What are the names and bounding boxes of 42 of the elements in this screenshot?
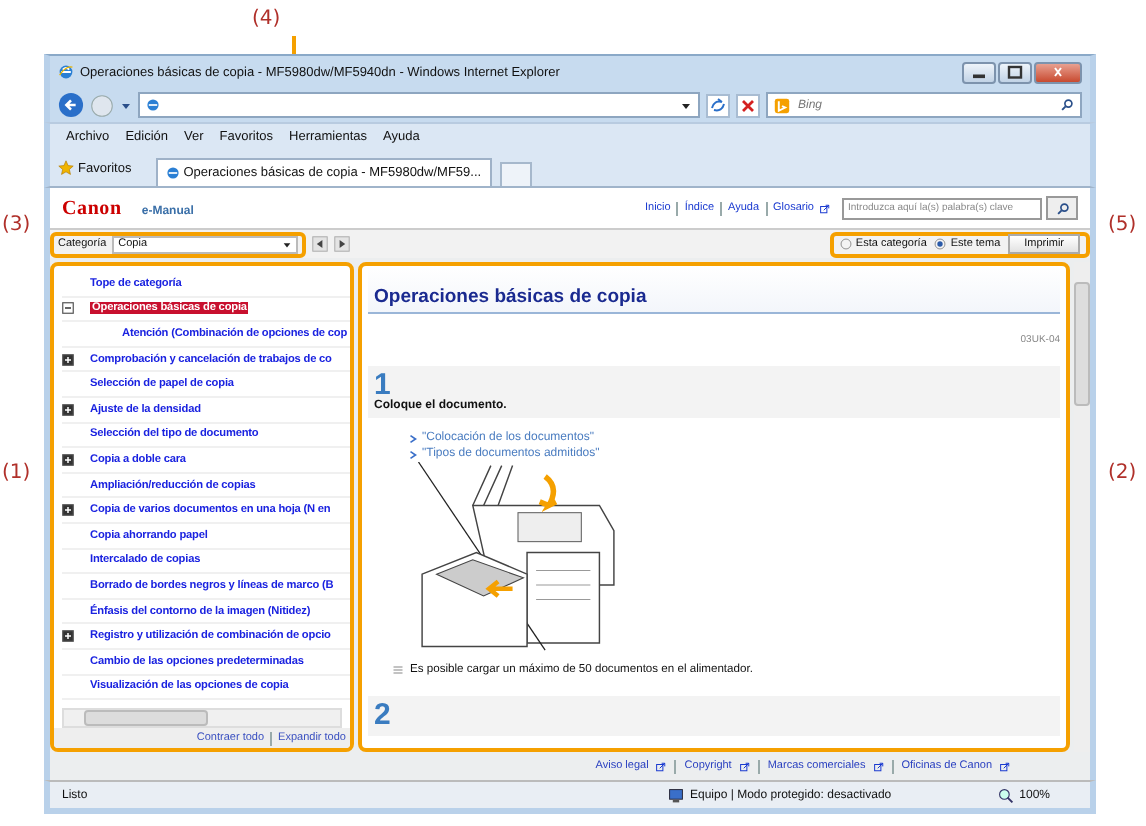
external-link-icon: [873, 761, 884, 771]
browser-logo-icon: [58, 64, 74, 80]
step-number: 2: [374, 700, 393, 730]
expander-icon[interactable]: [62, 630, 74, 643]
star-icon: [58, 160, 74, 176]
radio-icon[interactable]: [839, 238, 852, 250]
refresh-icon[interactable]: [706, 93, 730, 117]
callout-label: (2): [1108, 462, 1137, 484]
maximize-button[interactable]: [998, 61, 1032, 83]
horizontal-scrollbar[interactable]: [62, 708, 342, 728]
search-provider-icon: [774, 97, 790, 113]
dropdown-arrow-icon[interactable]: [680, 99, 692, 111]
note-icon: [392, 664, 404, 676]
expander-icon[interactable]: [62, 353, 74, 366]
stop-icon[interactable]: [736, 93, 760, 117]
computer-icon: [668, 787, 684, 803]
step-number: 1: [374, 370, 391, 400]
callout-label: (5): [1108, 214, 1137, 236]
external-link-icon: [1000, 761, 1010, 771]
address-field[interactable]: [138, 92, 700, 118]
radio-icon[interactable]: [934, 238, 947, 250]
search-button[interactable]: [1046, 196, 1078, 220]
expander-icon[interactable]: [62, 403, 74, 416]
logo: Canon: [62, 197, 122, 219]
dropdown-arrow-icon: [282, 239, 292, 249]
next-button[interactable]: [334, 236, 350, 252]
close-button[interactable]: [1034, 61, 1082, 83]
close-icon: [1048, 66, 1068, 78]
callout-label: (3): [2, 214, 31, 236]
previous-button[interactable]: [312, 236, 328, 252]
callout-label: (1): [2, 462, 31, 484]
back-button[interactable]: [58, 92, 84, 118]
expander-icon[interactable]: [62, 302, 74, 315]
external-link-icon: [656, 761, 667, 771]
expander-icon[interactable]: [62, 453, 74, 466]
search-icon: [1055, 201, 1069, 215]
expander-icon[interactable]: [62, 504, 74, 517]
callout-label: (4): [252, 8, 281, 30]
zoom-icon[interactable]: [997, 787, 1014, 803]
search-icon[interactable]: [1060, 98, 1074, 112]
external-link-icon: [739, 761, 750, 771]
minimize-button[interactable]: [962, 61, 996, 83]
